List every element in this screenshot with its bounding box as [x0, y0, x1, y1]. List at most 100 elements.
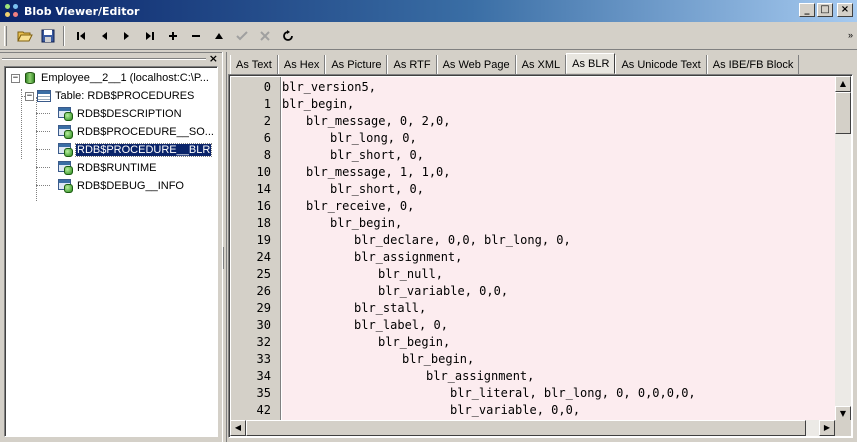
blob-field-icon — [58, 179, 74, 193]
tree-node-field[interactable]: RDB$DESCRIPTION — [58, 106, 183, 122]
collapse-icon[interactable]: − — [11, 73, 20, 83]
edit-record-button[interactable] — [207, 25, 230, 47]
field-label: RDB$DESCRIPTION — [77, 108, 182, 120]
save-icon — [41, 29, 54, 42]
horizontal-scroll-thumb[interactable] — [246, 420, 806, 436]
database-icon — [23, 71, 37, 85]
next-record-icon — [123, 31, 129, 40]
save-button[interactable] — [36, 25, 59, 47]
scroll-left-button[interactable]: ◀ — [230, 420, 246, 436]
tab-as-unicode-text[interactable]: As Unicode Text — [615, 55, 707, 74]
first-record-icon — [76, 31, 85, 40]
line-number: 19 — [256, 233, 271, 247]
code-line: blr_null, — [378, 267, 444, 281]
blr-editor[interactable]: 0 1 2 6 8 10 14 16 18 19 24 25 26 29 30 32 33 34 35 42 blr_… — [228, 74, 853, 438]
field-label: RDB$PROCEDURE__BLR — [74, 143, 213, 157]
code-line: blr_message, 0, 2,0, — [306, 114, 451, 128]
database-label: Employee__2__1 (localhost:C:\P... — [41, 72, 209, 84]
field-label: RDB$PROCEDURE__SO... — [77, 126, 214, 138]
delete-record-button[interactable] — [184, 25, 207, 47]
title-bar[interactable]: Blob Viewer/Editor _ □ × — [0, 0, 857, 22]
line-number: 34 — [256, 369, 271, 383]
tree-node-field[interactable]: RDB$RUNTIME — [58, 160, 157, 176]
vertical-scroll-thumb[interactable] — [835, 92, 851, 134]
line-number: 6 — [263, 131, 271, 145]
toolbar-grip[interactable] — [4, 25, 7, 46]
blob-field-icon — [58, 143, 74, 157]
open-button[interactable] — [13, 25, 36, 47]
toolbar-chevron-icon[interactable]: » — [848, 30, 853, 40]
close-button[interactable]: × — [837, 3, 853, 17]
code-line: blr_begin, — [330, 216, 403, 230]
field-tree[interactable]: − Employee__2__1 (localhost:C:\P... − Ta… — [4, 66, 218, 437]
code-line: blr_message, 1, 1,0, — [306, 165, 451, 179]
code-area[interactable]: blr_version5, blr_begin, blr_message, 0, 2… — [282, 77, 835, 421]
edit-record-icon — [214, 32, 223, 39]
tab-as-ibe-fb-block[interactable]: As IBE/FB Block — [706, 55, 800, 74]
line-number: 16 — [256, 199, 271, 213]
next-record-button[interactable] — [115, 25, 138, 47]
last-record-icon — [145, 31, 154, 40]
post-edit-icon — [235, 30, 248, 40]
field-label: RDB$RUNTIME — [77, 162, 157, 174]
prior-record-button[interactable] — [92, 25, 115, 47]
tab-as-xml[interactable]: As XML — [515, 55, 567, 74]
tab-as-hex[interactable]: As Hex — [277, 55, 326, 74]
panel-splitter[interactable] — [222, 52, 227, 442]
line-number: 26 — [256, 284, 271, 298]
code-line: blr_label, 0, — [354, 318, 448, 332]
line-number-gutter: 0 1 2 6 8 10 14 16 18 19 24 25 26 29 30 32 33 34 35 42 — [231, 77, 281, 421]
insert-record-button[interactable] — [161, 25, 184, 47]
collapse-icon[interactable]: − — [25, 91, 34, 101]
tab-as-web-page[interactable]: As Web Page — [436, 55, 516, 74]
line-number: 0 — [263, 80, 271, 94]
line-number: 25 — [256, 267, 271, 281]
minimize-button[interactable]: _ — [799, 3, 815, 17]
panel-header: × — [0, 52, 222, 65]
code-line: blr_variable, 0,0, — [450, 403, 581, 417]
code-line: blr_short, 0, — [330, 182, 424, 196]
code-line: blr_begin, — [402, 352, 475, 366]
tree-node-field[interactable]: RDB$PROCEDURE__SO... — [58, 124, 215, 140]
code-line: blr_version5, — [282, 80, 376, 94]
code-line: blr_begin, — [378, 335, 451, 349]
tree-node-table[interactable]: − Table: RDB$PROCEDURES — [25, 88, 195, 104]
line-number: 35 — [256, 386, 271, 400]
panel-close-button[interactable]: × — [209, 52, 218, 65]
tree-node-field-selected[interactable]: RDB$PROCEDURE__BLR — [58, 142, 213, 158]
post-edit-button[interactable] — [230, 25, 253, 47]
blob-field-icon — [58, 125, 74, 139]
tab-as-picture[interactable]: As Picture — [325, 55, 388, 74]
code-line: blr_long, 0, — [330, 131, 417, 145]
horizontal-scrollbar[interactable]: ◀ ▶ — [230, 420, 835, 436]
line-number: 29 — [256, 301, 271, 315]
line-number: 14 — [256, 182, 271, 196]
line-number: 32 — [256, 335, 271, 349]
view-tabs: As Text As Hex As Picture As RTF As Web … — [230, 53, 800, 74]
code-line: blr_short, 0, — [330, 148, 424, 162]
toolbar-separator — [63, 25, 65, 46]
refresh-button[interactable] — [276, 25, 299, 47]
code-line: blr_begin, — [282, 97, 355, 111]
toolbar: » — [0, 22, 857, 50]
tab-as-blr[interactable]: As BLR — [566, 53, 616, 74]
tree-node-field[interactable]: RDB$DEBUG__INFO — [58, 178, 185, 194]
scroll-right-button[interactable]: ▶ — [819, 420, 835, 436]
first-record-button[interactable] — [69, 25, 92, 47]
window-title: Blob Viewer/Editor — [24, 4, 140, 18]
tab-as-text[interactable]: As Text — [230, 55, 278, 74]
line-number: 10 — [256, 165, 271, 179]
last-record-button[interactable] — [138, 25, 161, 47]
blob-field-icon — [58, 161, 74, 175]
cancel-edit-button[interactable] — [253, 25, 276, 47]
tree-node-database[interactable]: − Employee__2__1 (localhost:C:\P... — [11, 70, 210, 86]
scroll-up-button[interactable]: ▲ — [835, 76, 851, 92]
code-line: blr_variable, 0,0, — [378, 284, 509, 298]
maximize-button[interactable]: □ — [817, 3, 833, 17]
field-label: RDB$DEBUG__INFO — [77, 180, 184, 192]
tab-as-rtf[interactable]: As RTF — [387, 55, 437, 74]
line-number: 24 — [256, 250, 271, 264]
tree-panel: × − Employee__2__1 (localhost:C:\P... − … — [0, 52, 222, 442]
vertical-scrollbar[interactable]: ▲ ▼ — [835, 76, 851, 422]
line-number: 30 — [256, 318, 271, 332]
